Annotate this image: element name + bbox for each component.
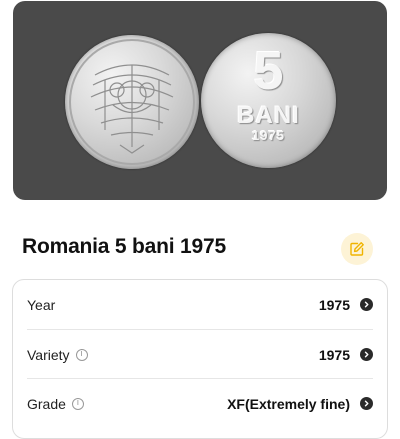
coin-year: 1975: [252, 128, 285, 143]
detail-label: Year: [27, 296, 56, 313]
detail-row-grade[interactable]: Grade i XF(Extremely fine): [27, 379, 373, 428]
detail-row-variety[interactable]: Variety i 1975: [27, 330, 373, 379]
coin-value: 5: [253, 41, 284, 101]
detail-row-year[interactable]: Year 1975: [27, 280, 373, 329]
coin-obverse: [65, 35, 199, 169]
edit-icon: [350, 242, 364, 256]
coin-photo[interactable]: 5 BANI 1975: [13, 1, 387, 200]
chevron-right-icon: [360, 298, 373, 311]
chevron-right-icon: [360, 397, 373, 410]
coin-reverse: 5 BANI 1975: [201, 33, 336, 168]
info-icon[interactable]: i: [71, 397, 84, 410]
detail-label: Variety: [27, 346, 70, 363]
detail-value: 1975: [318, 346, 350, 363]
detail-value: XF(Extremely fine): [227, 395, 350, 412]
page-title: Romania 5 bani 1975: [22, 235, 226, 258]
detail-value: 1975: [318, 296, 350, 313]
details-card: Year 1975 Variety i 1975 Grade i XF(Extr…: [12, 279, 388, 439]
edit-button[interactable]: [341, 233, 373, 265]
detail-label: Grade: [27, 395, 66, 412]
coin-unit: BANI: [237, 102, 300, 129]
info-icon[interactable]: i: [75, 348, 88, 361]
chevron-right-icon: [360, 348, 373, 361]
coat-of-arms-emblem: [69, 39, 195, 165]
